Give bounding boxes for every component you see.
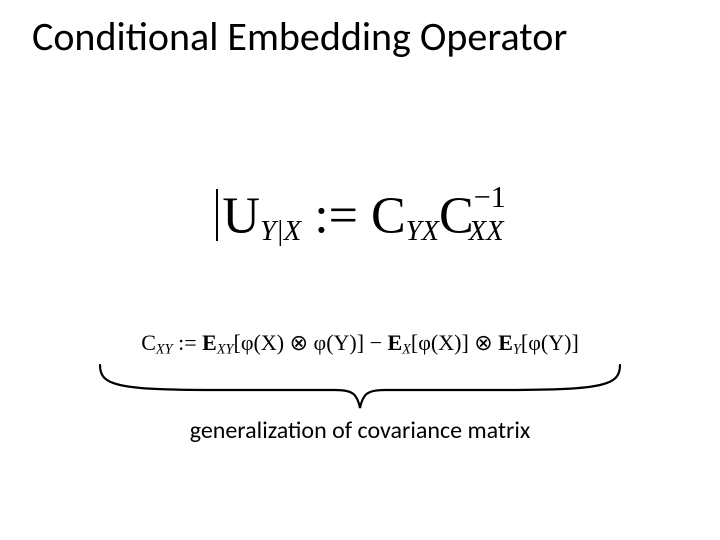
operator-c-xx-subscript: XX xyxy=(469,216,504,247)
expectation-y-subscript: Y xyxy=(513,342,521,358)
operator-c-yx: C xyxy=(371,188,406,245)
otimes-symbol: ⊗ xyxy=(469,330,498,355)
expectation-xy-arg: [φ(X) ⊗ φ(Y)] xyxy=(234,330,365,355)
slide-title: Conditional Embedding Operator xyxy=(32,14,688,60)
annotation-text: generalization of covariance matrix xyxy=(0,416,720,445)
text-cursor xyxy=(216,189,218,241)
minus-symbol: − xyxy=(364,330,387,355)
slide: Conditional Embedding Operator UY|X := C… xyxy=(0,0,720,540)
cov-operator: C xyxy=(141,330,156,355)
expectation-y-arg: [φ(Y)] xyxy=(521,330,579,355)
operator-u-subscript: Y|X xyxy=(260,216,301,247)
expectation-y: E xyxy=(498,330,513,355)
sub-equation: CXY := EXY[φ(X) ⊗ φ(Y)] − EX[φ(X)] ⊗ EY[… xyxy=(0,330,720,359)
expectation-xy: E xyxy=(202,330,217,355)
main-equation: UY|X := CYXC−1XX xyxy=(0,180,720,248)
underbrace xyxy=(95,360,625,415)
operator-c-xx-superscript: −1 xyxy=(474,180,506,214)
expectation-x-arg: [φ(X)] xyxy=(411,330,469,355)
expectation-x: E xyxy=(387,330,402,355)
assign-symbol-2: := xyxy=(173,330,203,355)
cov-operator-subscript: XY xyxy=(156,342,173,358)
operator-u: U xyxy=(222,188,260,245)
expectation-x-subscript: X xyxy=(402,342,411,358)
operator-c-yx-subscript: YX xyxy=(406,216,439,247)
expectation-xy-subscript: XY xyxy=(217,342,234,358)
assign-symbol: := xyxy=(301,188,371,245)
